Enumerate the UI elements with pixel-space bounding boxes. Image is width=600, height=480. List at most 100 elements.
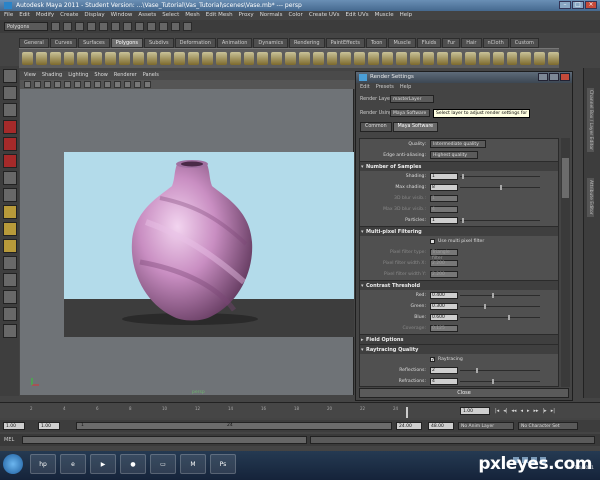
contrast-slider[interactable] (460, 293, 540, 298)
menu-item-proxy[interactable]: Proxy (239, 11, 254, 20)
raytracing-checkbox[interactable]: ✓ (430, 357, 435, 363)
samples-slider[interactable] (460, 185, 540, 190)
raytracing-slider[interactable] (460, 368, 540, 373)
menu-item-window[interactable]: Window (111, 11, 133, 20)
viewport-menu-renderer[interactable]: Renderer (114, 71, 137, 80)
menu-item-modify[interactable]: Modify (36, 11, 54, 20)
insert-edge-loop-icon[interactable] (395, 52, 407, 65)
samples-slider-knob[interactable] (461, 218, 464, 223)
rs-scrollbar-thumb[interactable] (562, 158, 569, 198)
end-time-field[interactable]: 48.00 (428, 422, 454, 430)
current-frame-field[interactable]: 1.00 (460, 407, 490, 415)
shelf-tab-dynamics[interactable]: Dynamics (253, 38, 289, 48)
edge-aa-dropdown[interactable]: Highest quality (430, 151, 478, 159)
raytracing-slider[interactable] (460, 379, 540, 384)
combine-icon[interactable] (188, 52, 199, 65)
section-number-of-samples[interactable]: ▾ Number of Samples (360, 161, 558, 171)
shelf-tab-fur[interactable]: Fur (442, 38, 461, 48)
scale-tool-icon[interactable] (2, 154, 17, 168)
camera-attr-icon[interactable] (34, 81, 41, 88)
select-hierarchy-icon[interactable] (87, 22, 96, 31)
menu-item-color[interactable]: Color (288, 11, 302, 20)
contrast-field[interactable]: 0.600 (430, 314, 458, 321)
mel-label[interactable]: MEL (4, 436, 14, 444)
perspective-viewport[interactable]: persp (20, 89, 354, 395)
shelf-tab-polygons[interactable]: Polygons (110, 38, 143, 48)
menu-item-help[interactable]: Help (400, 11, 413, 20)
raytracing-field[interactable]: 4 (430, 378, 458, 385)
render-settings-icon[interactable] (183, 22, 192, 31)
paint-select-icon[interactable] (2, 103, 17, 117)
menu-item-normals[interactable]: Normals (260, 11, 283, 20)
poly-cube-icon[interactable] (35, 52, 47, 65)
go-to-start-icon[interactable]: |◂ (495, 407, 499, 415)
select-component-icon[interactable] (111, 22, 120, 31)
menu-item-create[interactable]: Create (60, 11, 78, 20)
shelf-tab-animation[interactable]: Animation (216, 38, 253, 48)
shelf-tab-ncloth[interactable]: nCloth (482, 38, 509, 48)
firefox-app-icon[interactable]: ● (120, 454, 146, 474)
viewport-menu-show[interactable]: Show (94, 71, 108, 80)
step-forward-icon[interactable]: |▸ (543, 407, 547, 415)
chamfer-icon[interactable] (520, 52, 532, 65)
maximize-button[interactable]: □ (572, 1, 584, 9)
snap-grid-icon[interactable] (123, 22, 132, 31)
menu-item-display[interactable]: Display (84, 11, 104, 20)
layout-single-icon[interactable] (2, 205, 17, 219)
play-forward-icon[interactable]: ▸ (527, 407, 530, 415)
bridge-icon[interactable] (354, 52, 366, 65)
range-slider[interactable]: 1 24 (76, 422, 392, 430)
menu-item-edit-uvs[interactable]: Edit UVs (346, 11, 369, 20)
tab-common[interactable]: Common (360, 122, 392, 132)
shelf-tab-surfaces[interactable]: Surfaces (78, 38, 110, 48)
contrast-slider-knob[interactable] (492, 293, 494, 298)
samples-field[interactable]: 1 (430, 173, 458, 180)
samples-slider[interactable] (460, 174, 540, 179)
rs-close-button[interactable] (560, 73, 570, 81)
render-layer-dropdown[interactable]: masterLayer (390, 95, 434, 103)
image-plane-icon[interactable] (54, 81, 61, 88)
fill-hole-icon[interactable] (285, 52, 296, 65)
section-contrast-threshold[interactable]: ▾ Contrast Threshold (360, 280, 558, 290)
poke-icon[interactable] (465, 52, 476, 65)
samples-slider-knob[interactable] (500, 185, 502, 190)
contrast-slider[interactable] (460, 304, 540, 309)
textured-icon[interactable] (114, 81, 121, 88)
attribute-editor-tab[interactable]: Attribute Editor (587, 178, 594, 217)
lasso-tool-icon[interactable] (2, 86, 17, 100)
poly-platonic-icon[interactable] (174, 52, 186, 65)
lights-icon[interactable] (124, 81, 131, 88)
samples-slider-knob[interactable] (461, 174, 464, 179)
step-forward-key-icon[interactable]: ▸▸ (533, 407, 538, 415)
render-current-icon[interactable] (159, 22, 168, 31)
menu-item-edit-mesh[interactable]: Edit Mesh (206, 11, 233, 20)
poly-torus-icon[interactable] (91, 52, 103, 65)
manipulator-icon[interactable] (2, 171, 17, 185)
playback-start-field[interactable]: 1.00 (38, 422, 60, 430)
shelf-tab-curves[interactable]: Curves (49, 38, 78, 48)
ipr-render-icon[interactable] (171, 22, 180, 31)
explorer-app-icon[interactable]: ▭ (150, 454, 176, 474)
shelf-tab-general[interactable]: General (19, 38, 49, 48)
step-back-icon[interactable]: ◂| (503, 407, 507, 415)
separate-icon[interactable] (201, 52, 213, 65)
menu-item-create-uvs[interactable]: Create UVs (309, 11, 340, 20)
grid-icon[interactable] (64, 81, 71, 88)
go-to-end-icon[interactable]: ▸| (551, 407, 555, 415)
rs-scrollbar[interactable] (561, 138, 570, 387)
rs-close-footer-button[interactable]: Close (359, 388, 569, 398)
menu-item-mesh[interactable]: Mesh (185, 11, 199, 20)
shelf-tab-custom[interactable]: Custom (509, 38, 539, 48)
start-time-field[interactable]: 1.00 (3, 422, 25, 430)
minimize-button[interactable]: – (559, 1, 571, 9)
snap-curve-icon[interactable] (135, 22, 144, 31)
layout-render-icon[interactable] (2, 290, 17, 304)
shelf-tab-fluids[interactable]: Fluids (416, 38, 442, 48)
raytracing-slider-knob[interactable] (476, 368, 478, 373)
start-button[interactable] (3, 454, 23, 474)
wireframe-icon[interactable] (94, 81, 101, 88)
booleans-icon[interactable] (229, 52, 241, 65)
shelf-tab-deformation[interactable]: Deformation (174, 38, 216, 48)
shadows-icon[interactable] (134, 81, 141, 88)
rs-menu-presets[interactable]: Presets (376, 83, 394, 92)
